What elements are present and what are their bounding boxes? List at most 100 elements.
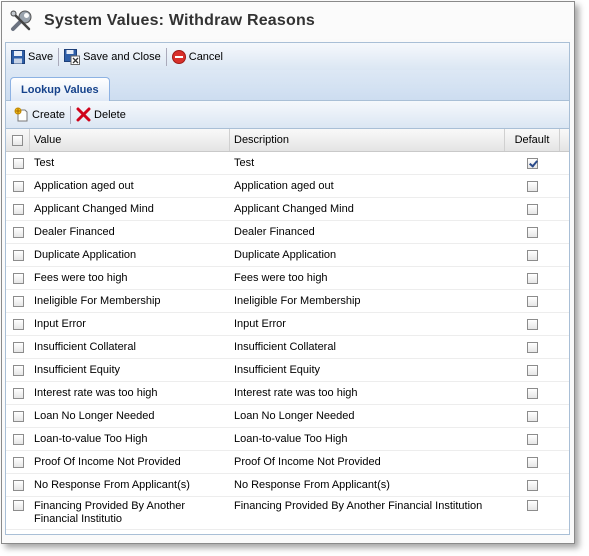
cancel-icon bbox=[171, 49, 186, 64]
system-values-window: System Values: Withdraw Reasons Save Sav… bbox=[1, 1, 575, 544]
create-button[interactable]: Create bbox=[9, 105, 70, 125]
column-header-default[interactable]: Default bbox=[505, 129, 560, 151]
table-row[interactable]: Interest rate was too high Interest rate… bbox=[6, 382, 569, 405]
default-checkbox[interactable] bbox=[527, 410, 538, 422]
table-row[interactable]: Insufficient Equity Insufficient Equity bbox=[6, 359, 569, 382]
delete-icon bbox=[76, 107, 91, 122]
row-select-checkbox[interactable] bbox=[12, 500, 24, 511]
row-select-checkbox[interactable] bbox=[12, 157, 24, 169]
tab-lookup-values[interactable]: Lookup Values bbox=[10, 77, 110, 101]
table-row[interactable]: Input Error Input Error bbox=[6, 313, 569, 336]
default-checkbox[interactable] bbox=[527, 203, 538, 215]
description-cell: Fees were too high bbox=[234, 272, 328, 284]
row-select-checkbox[interactable] bbox=[12, 318, 24, 330]
description-cell: Application aged out bbox=[234, 180, 334, 192]
default-checkbox[interactable] bbox=[527, 456, 538, 468]
default-checkbox[interactable] bbox=[527, 226, 538, 238]
grid-body: Test Test Application aged out Applicati… bbox=[6, 152, 569, 530]
table-row[interactable]: Financing Provided By Another Financial … bbox=[6, 497, 569, 530]
value-cell: Applicant Changed Mind bbox=[34, 203, 154, 215]
value-cell: Loan-to-value Too High bbox=[34, 433, 148, 445]
default-checkbox[interactable] bbox=[527, 272, 538, 284]
table-row[interactable]: Test Test bbox=[6, 152, 569, 175]
lookup-values-panel: Create Delete Value Description Default … bbox=[5, 101, 570, 535]
save-and-close-label: Save and Close bbox=[83, 50, 161, 63]
row-select-checkbox[interactable] bbox=[12, 226, 24, 238]
value-cell: Interest rate was too high bbox=[34, 387, 158, 399]
value-cell: Input Error bbox=[34, 318, 86, 330]
table-row[interactable]: Insufficient Collateral Insufficient Col… bbox=[6, 336, 569, 359]
row-select-checkbox[interactable] bbox=[12, 249, 24, 261]
table-row[interactable]: Loan-to-value Too High Loan-to-value Too… bbox=[6, 428, 569, 451]
row-select-checkbox[interactable] bbox=[12, 295, 24, 307]
default-checkbox[interactable] bbox=[527, 364, 538, 376]
row-select-checkbox[interactable] bbox=[12, 364, 24, 376]
value-cell: Insufficient Equity bbox=[34, 364, 121, 376]
table-row[interactable]: Dealer Financed Dealer Financed bbox=[6, 221, 569, 244]
save-and-close-button[interactable]: Save and Close bbox=[59, 47, 166, 67]
row-select-checkbox[interactable] bbox=[12, 341, 24, 353]
row-select-checkbox[interactable] bbox=[12, 203, 24, 215]
value-cell: Ineligible For Membership bbox=[34, 295, 161, 307]
title-bar: System Values: Withdraw Reasons bbox=[2, 2, 574, 39]
description-cell: Interest rate was too high bbox=[234, 387, 358, 399]
table-row[interactable]: No Response From Applicant(s) No Respons… bbox=[6, 474, 569, 497]
description-cell: Financing Provided By Another Financial … bbox=[234, 500, 483, 512]
column-header-description[interactable]: Description bbox=[230, 129, 505, 151]
tab-strip: Lookup Values bbox=[5, 70, 570, 101]
delete-button[interactable]: Delete bbox=[71, 105, 131, 125]
create-label: Create bbox=[32, 108, 66, 121]
row-select-checkbox[interactable] bbox=[12, 479, 24, 491]
save-button[interactable]: Save bbox=[6, 47, 58, 67]
table-row[interactable]: Ineligible For Membership Ineligible For… bbox=[6, 290, 569, 313]
table-row[interactable]: Duplicate Application Duplicate Applicat… bbox=[6, 244, 569, 267]
grid-header: Value Description Default bbox=[6, 129, 569, 152]
default-checkbox[interactable] bbox=[527, 479, 538, 491]
value-cell: Loan No Longer Needed bbox=[34, 410, 155, 422]
save-close-icon bbox=[64, 48, 81, 65]
description-cell: Test bbox=[234, 157, 255, 169]
value-cell: Fees were too high bbox=[34, 272, 128, 284]
grid-toolbar: Create Delete bbox=[6, 101, 569, 129]
default-checkbox[interactable] bbox=[527, 500, 538, 511]
save-icon bbox=[11, 49, 25, 64]
description-cell: Dealer Financed bbox=[234, 226, 315, 238]
window-title: System Values: Withdraw Reasons bbox=[44, 11, 316, 29]
default-checkbox[interactable] bbox=[527, 387, 538, 399]
wrench-icon bbox=[8, 7, 36, 35]
row-select-checkbox[interactable] bbox=[12, 180, 24, 192]
table-row[interactable]: Proof Of Income Not Provided Proof Of In… bbox=[6, 451, 569, 474]
description-cell: Input Error bbox=[234, 318, 286, 330]
default-checkbox[interactable] bbox=[527, 341, 538, 353]
table-row[interactable]: Loan No Longer Needed Loan No Longer Nee… bbox=[6, 405, 569, 428]
default-checkbox[interactable] bbox=[527, 318, 538, 330]
table-row[interactable]: Fees were too high Fees were too high bbox=[6, 267, 569, 290]
value-cell: Test bbox=[34, 157, 55, 169]
table-row[interactable]: Applicant Changed Mind Applicant Changed… bbox=[6, 198, 569, 221]
select-all-checkbox[interactable] bbox=[12, 134, 23, 146]
row-select-checkbox[interactable] bbox=[12, 387, 24, 399]
value-cell: Dealer Financed bbox=[34, 226, 115, 238]
column-header-value[interactable]: Value bbox=[30, 129, 230, 151]
create-icon bbox=[14, 107, 29, 122]
save-label: Save bbox=[28, 50, 54, 63]
select-all-cell bbox=[6, 129, 30, 151]
description-cell: Loan No Longer Needed bbox=[234, 410, 355, 422]
default-checkbox[interactable] bbox=[527, 295, 538, 307]
default-checkbox[interactable] bbox=[527, 157, 538, 169]
row-select-checkbox[interactable] bbox=[12, 410, 24, 422]
default-checkbox[interactable] bbox=[527, 180, 538, 192]
description-cell: Proof Of Income Not Provided bbox=[234, 456, 381, 468]
description-cell: Loan-to-value Too High bbox=[234, 433, 348, 445]
value-cell: Application aged out bbox=[34, 180, 134, 192]
row-select-checkbox[interactable] bbox=[12, 272, 24, 284]
row-select-checkbox[interactable] bbox=[12, 433, 24, 445]
description-cell: Insufficient Equity bbox=[234, 364, 321, 376]
description-cell: Insufficient Collateral bbox=[234, 341, 336, 353]
table-row[interactable]: Application aged out Application aged ou… bbox=[6, 175, 569, 198]
default-checkbox[interactable] bbox=[527, 433, 538, 445]
cancel-button[interactable]: Cancel bbox=[167, 47, 228, 67]
default-checkbox[interactable] bbox=[527, 249, 538, 261]
form-toolbar: Save Save and Close Cancel bbox=[5, 42, 570, 71]
row-select-checkbox[interactable] bbox=[12, 456, 24, 468]
